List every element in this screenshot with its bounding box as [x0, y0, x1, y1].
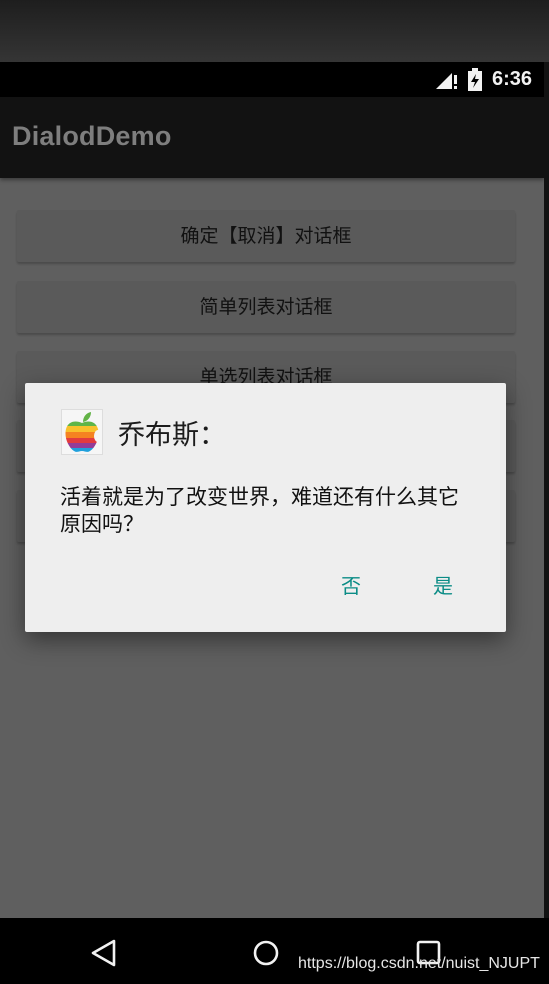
home-icon[interactable] [252, 938, 280, 968]
confirm-cancel-dialog-button[interactable]: 确定【取消】对话框 [17, 210, 515, 262]
battery-charging-icon [468, 68, 482, 91]
app-title: DialodDemo [12, 121, 172, 151]
dialog-message: 活着就是为了改变世界，难道还有什么其它原因吗？ [60, 485, 459, 536]
status-bar: 6:36 [0, 62, 544, 97]
navigation-bar [0, 918, 549, 984]
dialog-negative-button[interactable]: 否 [341, 570, 361, 599]
dialog-positive-button[interactable]: 是 [433, 570, 453, 599]
clock-time: 6:36 [491, 68, 532, 90]
apple-logo-icon [61, 409, 103, 455]
dialog-title: 乔布斯： [118, 420, 226, 451]
simple-list-dialog-button[interactable]: 简单列表对话框 [17, 281, 515, 333]
action-bar: DialodDemo [0, 97, 544, 178]
signal-icon [436, 73, 457, 89]
back-icon[interactable] [90, 938, 118, 968]
top-gradient [0, 0, 549, 62]
alert-dialog: 乔布斯： 活着就是为了改变世界，难道还有什么其它原因吗？ 否 是 [25, 383, 506, 632]
watermark: https://blog.csdn.net/nuist_NJUPT [298, 955, 540, 972]
